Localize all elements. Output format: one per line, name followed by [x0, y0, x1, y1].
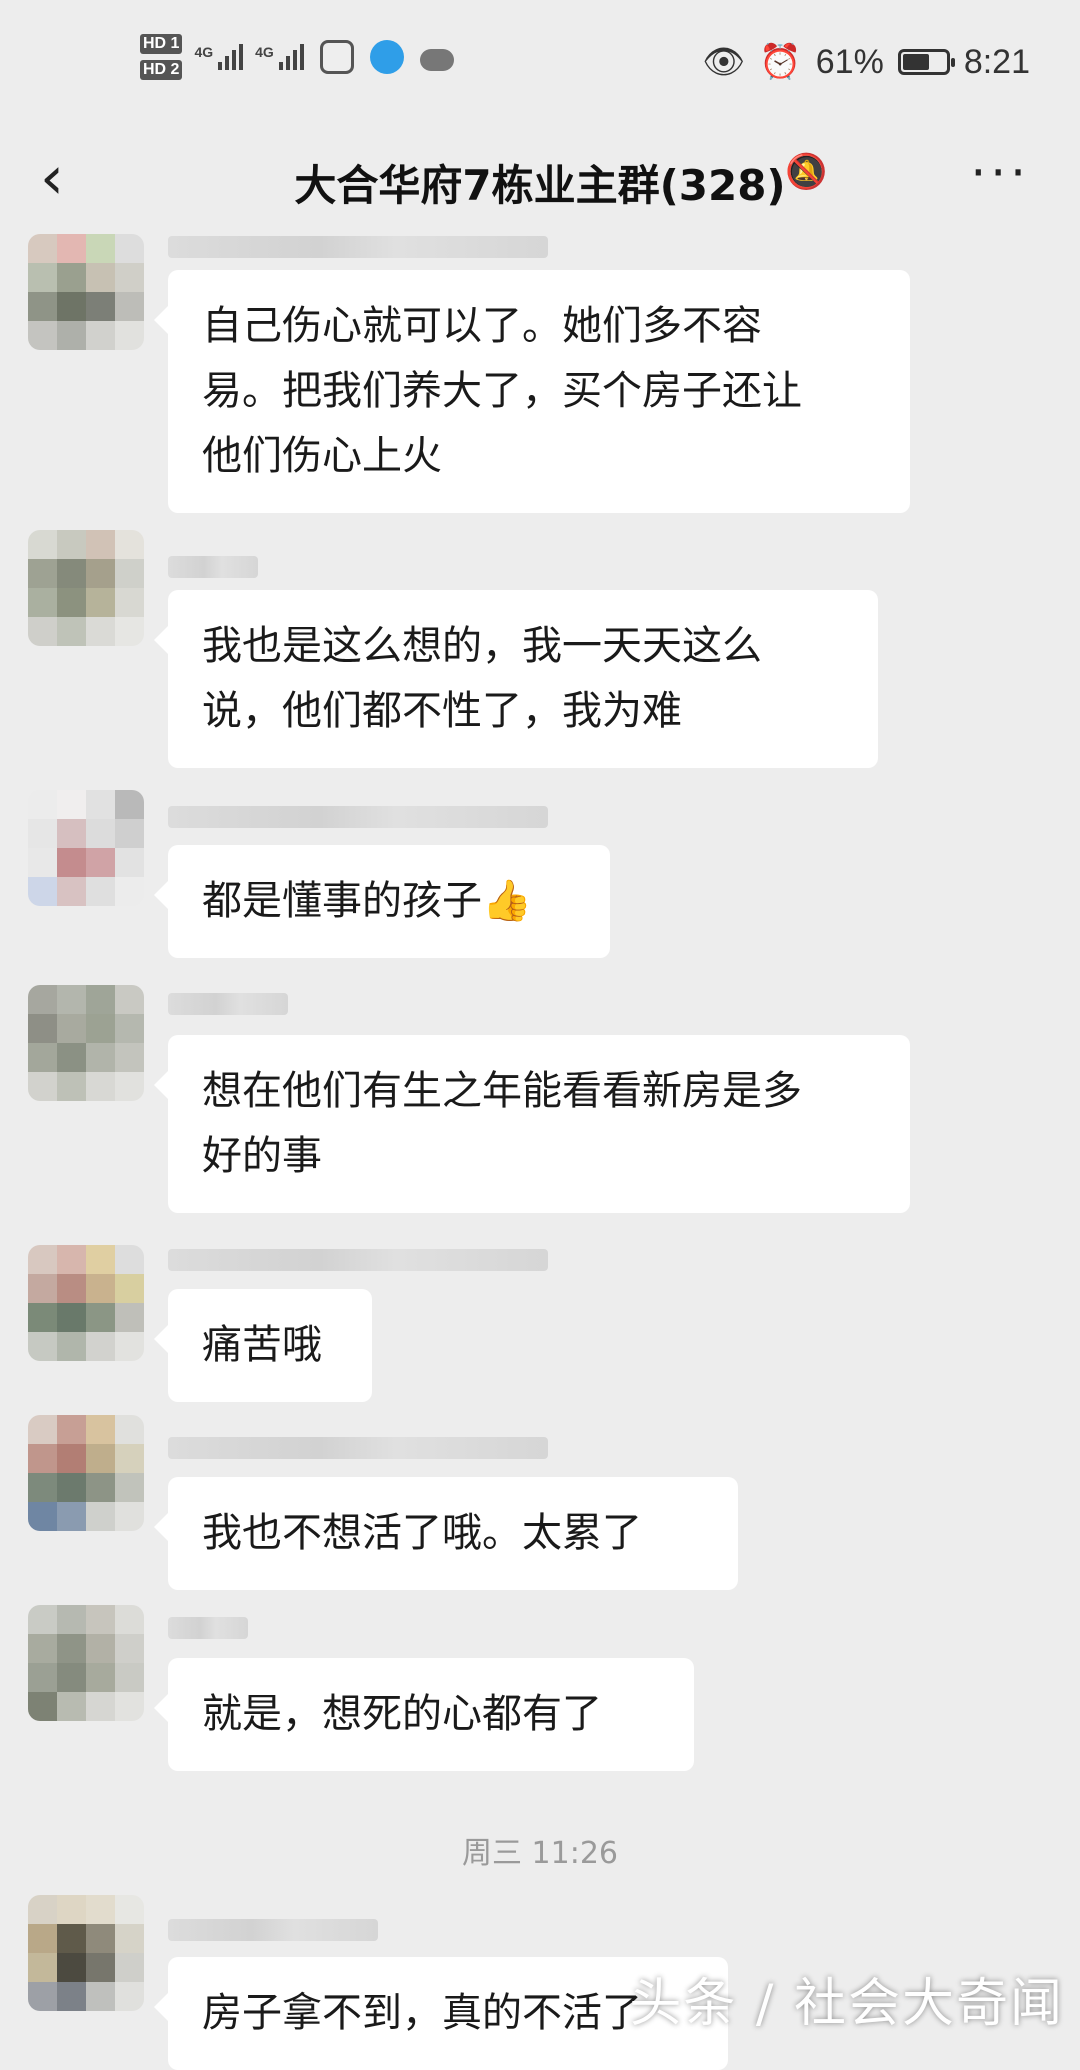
sender-name-blurred	[168, 1617, 248, 1639]
message-bubble[interactable]: 我也是这么想的，我一天天这么 说，他们都不性了，我为难	[168, 590, 878, 768]
signal-1-icon: 4G	[194, 44, 243, 70]
sender-name-blurred	[168, 1919, 378, 1941]
watermark: 头条 / 社会大奇闻	[629, 1961, 1064, 2036]
status-bar: HD 1 HD 2 4G 4G 👁 ⏰ 61% 8:21	[0, 0, 1080, 130]
avatar[interactable]	[28, 985, 144, 1101]
avatar[interactable]	[28, 1895, 144, 2011]
more-options-icon[interactable]: ···	[970, 144, 1030, 202]
eye-icon: 👁	[702, 42, 745, 82]
hand-block-icon	[320, 40, 354, 74]
message-bubble[interactable]: 自己伤心就可以了。她们多不容 易。把我们养大了，买个房子还让 他们伤心上火	[168, 270, 910, 513]
clock: 8:21	[964, 43, 1030, 82]
message-bubble[interactable]: 我也不想活了哦。太累了	[168, 1477, 738, 1590]
network-type-2: 4G	[255, 44, 274, 60]
avatar[interactable]	[28, 234, 144, 350]
message-bubble[interactable]: 想在他们有生之年能看看新房是多 好的事	[168, 1035, 910, 1213]
status-left: HD 1 HD 2 4G 4G	[140, 34, 454, 80]
message-bubble[interactable]: 痛苦哦	[168, 1289, 372, 1402]
battery-fill	[903, 54, 929, 70]
hd1-badge: HD 1	[140, 34, 182, 54]
sender-name-blurred	[168, 1249, 548, 1271]
cloud-icon	[420, 49, 454, 71]
sender-name-blurred	[168, 806, 548, 828]
message-bubble[interactable]: 都是懂事的孩子👍	[168, 845, 610, 958]
alarm-icon: ⏰	[759, 42, 801, 82]
chat-header: ‹ 大合华府7栋业主群(328) 🔕 ···	[0, 130, 1080, 230]
status-right: 👁 ⏰ 61% 8:21	[702, 42, 1030, 82]
sender-name-blurred	[168, 993, 288, 1015]
avatar[interactable]	[28, 1605, 144, 1721]
battery-icon	[898, 49, 950, 75]
sender-name-blurred	[168, 1437, 548, 1459]
avatar[interactable]	[28, 530, 144, 646]
time-separator: 周三 11:26	[0, 1828, 1080, 1872]
network-type-1: 4G	[194, 44, 213, 60]
message-bubble[interactable]: 就是，想死的心都有了	[168, 1658, 694, 1771]
sender-name-blurred	[168, 236, 548, 258]
battery-percent: 61%	[816, 43, 884, 82]
avatar[interactable]	[28, 1415, 144, 1531]
chat-title: 大合华府7栋业主群(328)	[0, 152, 1080, 213]
avatar[interactable]	[28, 1245, 144, 1361]
globe-app-icon	[370, 40, 404, 74]
signal-2-icon: 4G	[255, 44, 304, 70]
sender-name-blurred	[168, 556, 258, 578]
avatar[interactable]	[28, 790, 144, 906]
hd2-badge: HD 2	[140, 60, 182, 80]
hd-indicators: HD 1 HD 2	[140, 34, 182, 80]
bell-off-icon: 🔕	[785, 152, 827, 192]
